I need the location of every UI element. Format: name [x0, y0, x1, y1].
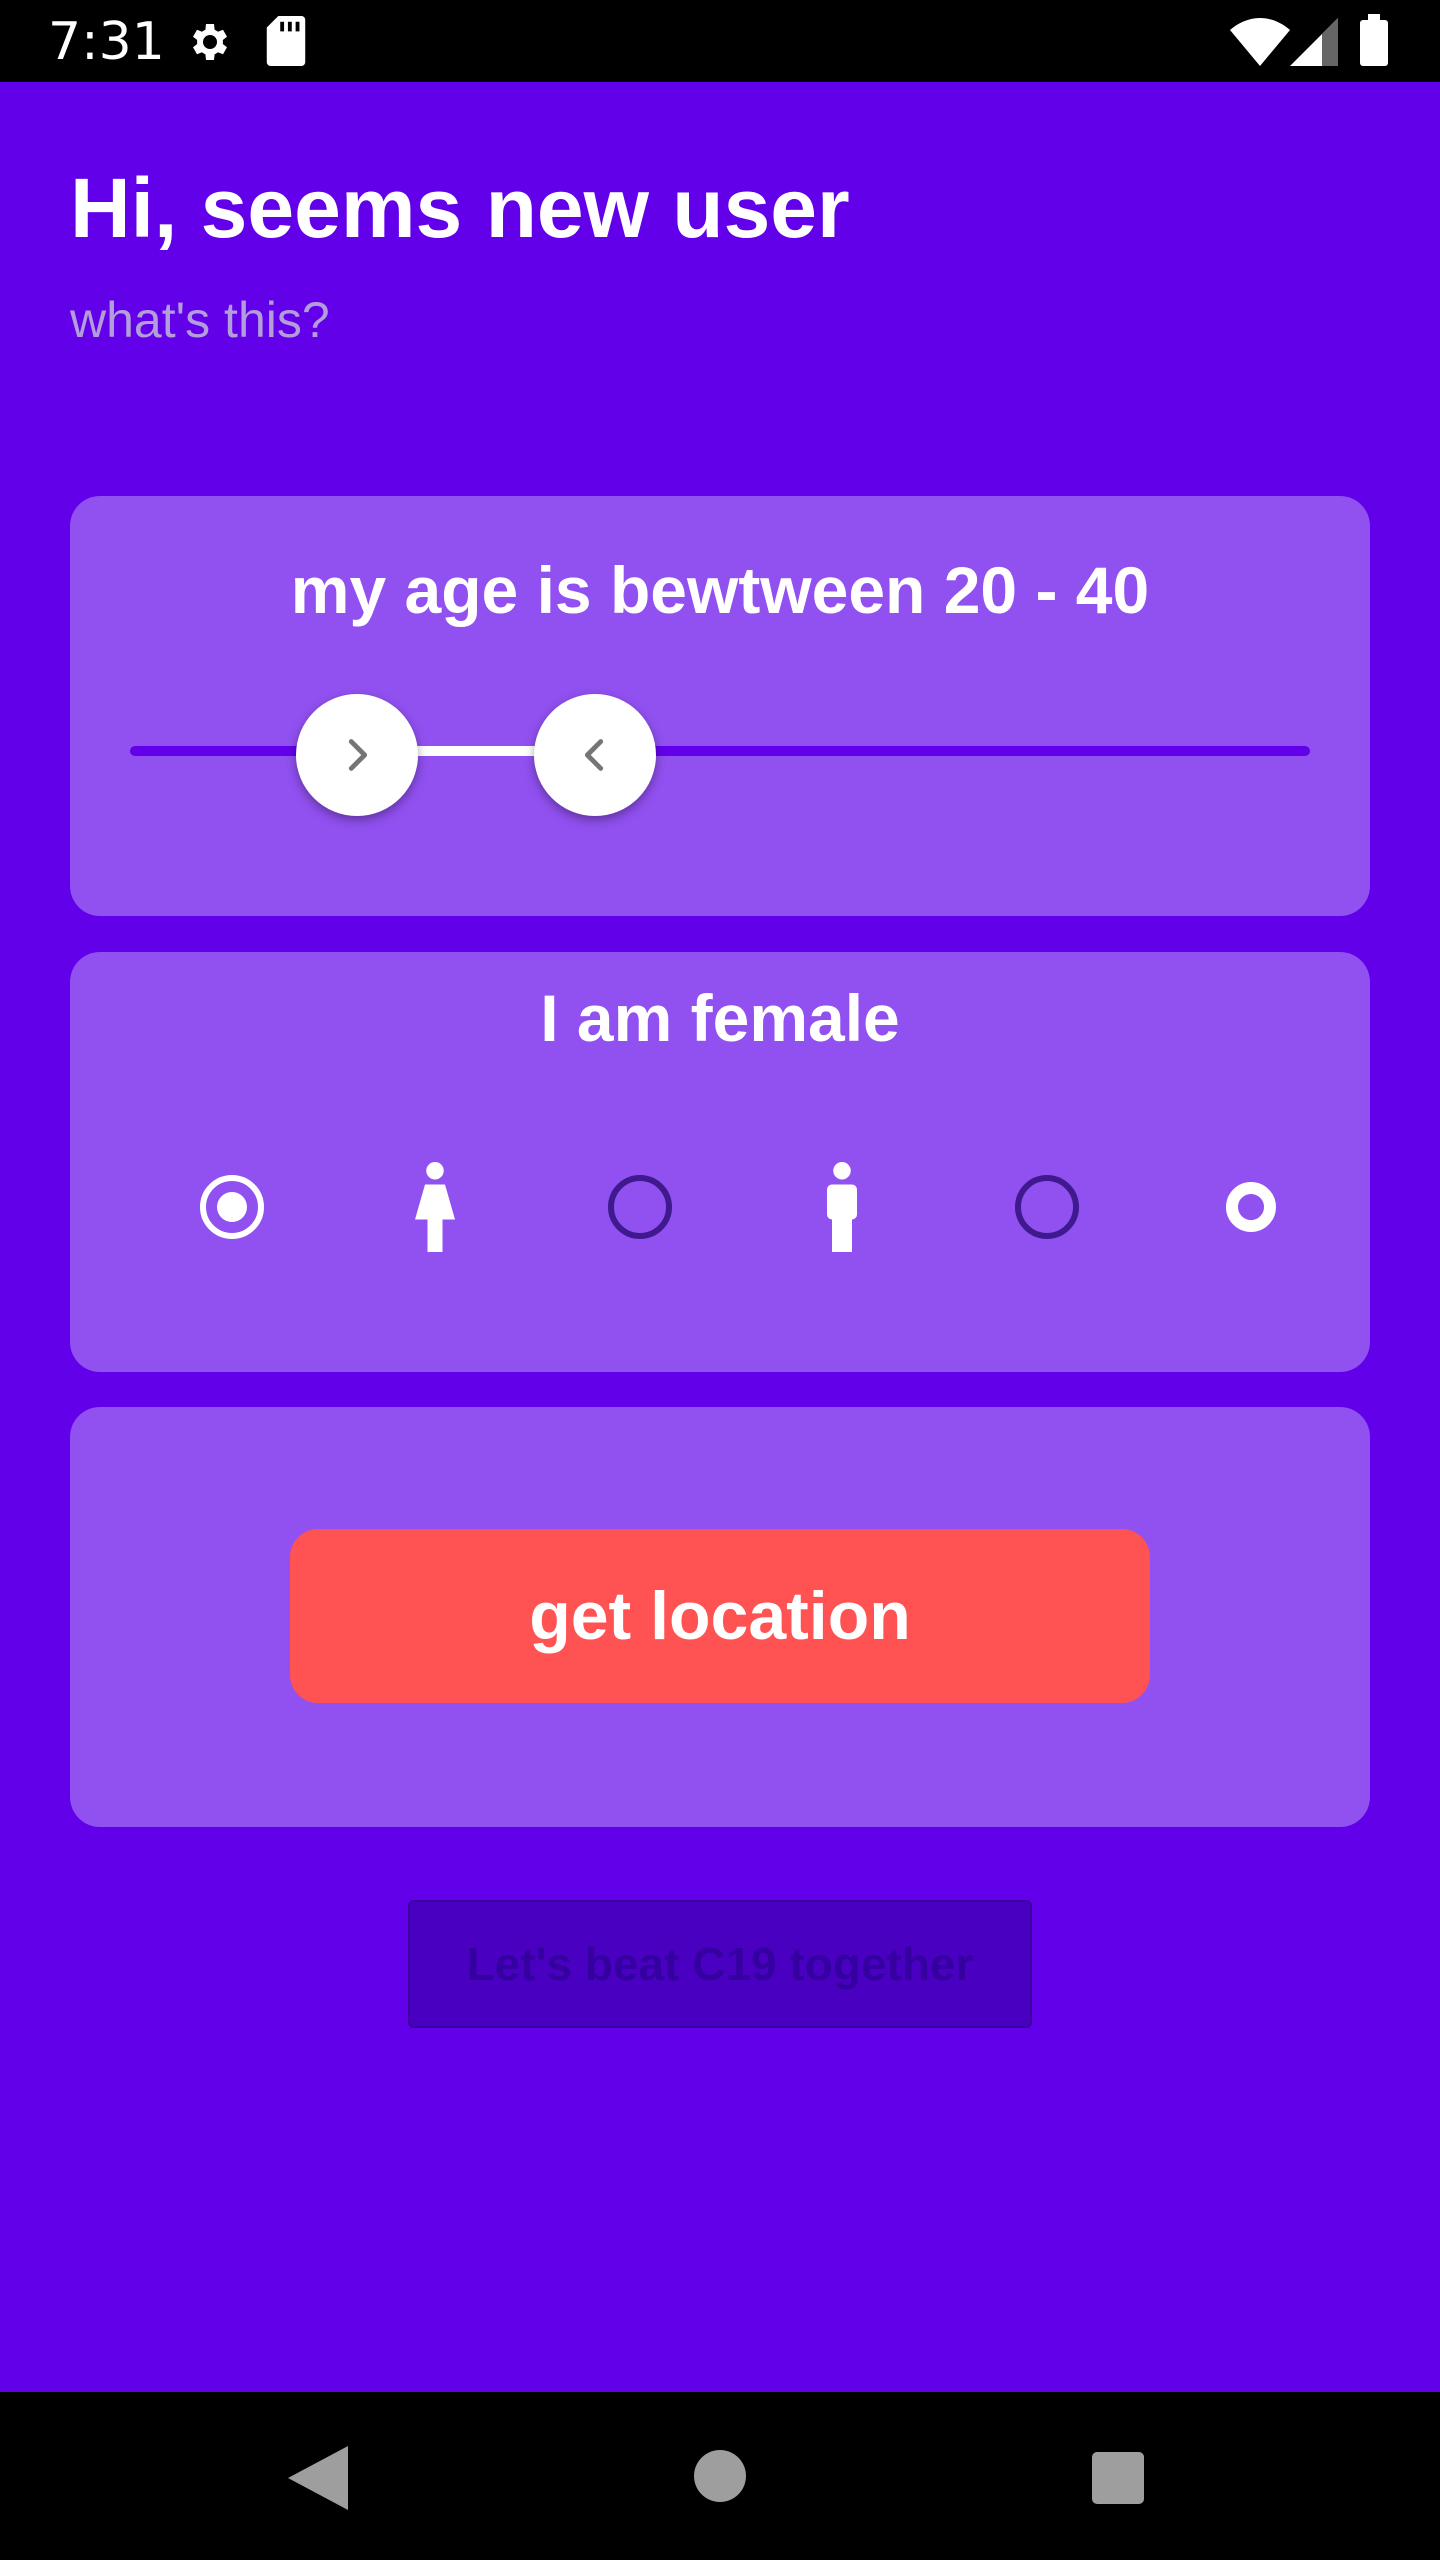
- gender-radio-female[interactable]: [177, 1152, 287, 1262]
- signal-icon: [1290, 18, 1338, 66]
- battery-icon: [1360, 14, 1388, 66]
- male-icon: [787, 1152, 897, 1262]
- location-card: get location: [70, 1407, 1370, 1827]
- recents-icon[interactable]: [1092, 2452, 1144, 2504]
- age-label: my age is bewtween 20 - 40: [290, 553, 1150, 627]
- footer-message[interactable]: Let's beat C19 together: [408, 1900, 1032, 2028]
- get-location-button[interactable]: get location: [290, 1529, 1150, 1703]
- status-time: 7:31: [48, 12, 165, 72]
- radio-selected-icon: [200, 1175, 264, 1239]
- female-icon: [380, 1152, 490, 1262]
- gender-radio-prefer-not[interactable]: [1196, 1152, 1306, 1262]
- back-icon[interactable]: [288, 2446, 348, 2510]
- radio-unselected-icon: [1015, 1175, 1079, 1239]
- gender-options: [70, 1152, 1370, 1262]
- sd-card-icon: [266, 16, 306, 66]
- gender-label: I am female: [540, 981, 900, 1055]
- home-icon[interactable]: [694, 2450, 746, 2502]
- chevron-right-icon: [348, 739, 368, 771]
- gear-icon: [193, 24, 227, 60]
- radio-dot-icon: [1226, 1182, 1276, 1232]
- gender-radio-male[interactable]: [585, 1152, 695, 1262]
- status-bar: 7:31: [0, 0, 1440, 82]
- page-title: Hi, seems new user: [70, 161, 850, 255]
- navigation-bar: [0, 2392, 1440, 2560]
- wifi-icon: [1230, 18, 1290, 66]
- age-slider-max-thumb[interactable]: [534, 694, 656, 816]
- chevron-left-icon: [584, 739, 604, 771]
- gender-card: I am female: [70, 952, 1370, 1372]
- age-card: my age is bewtween 20 - 40: [70, 496, 1370, 916]
- age-slider-min-thumb[interactable]: [296, 694, 418, 816]
- radio-unselected-icon: [608, 1175, 672, 1239]
- whats-this-link[interactable]: what's this?: [70, 290, 330, 350]
- gender-radio-other[interactable]: [992, 1152, 1102, 1262]
